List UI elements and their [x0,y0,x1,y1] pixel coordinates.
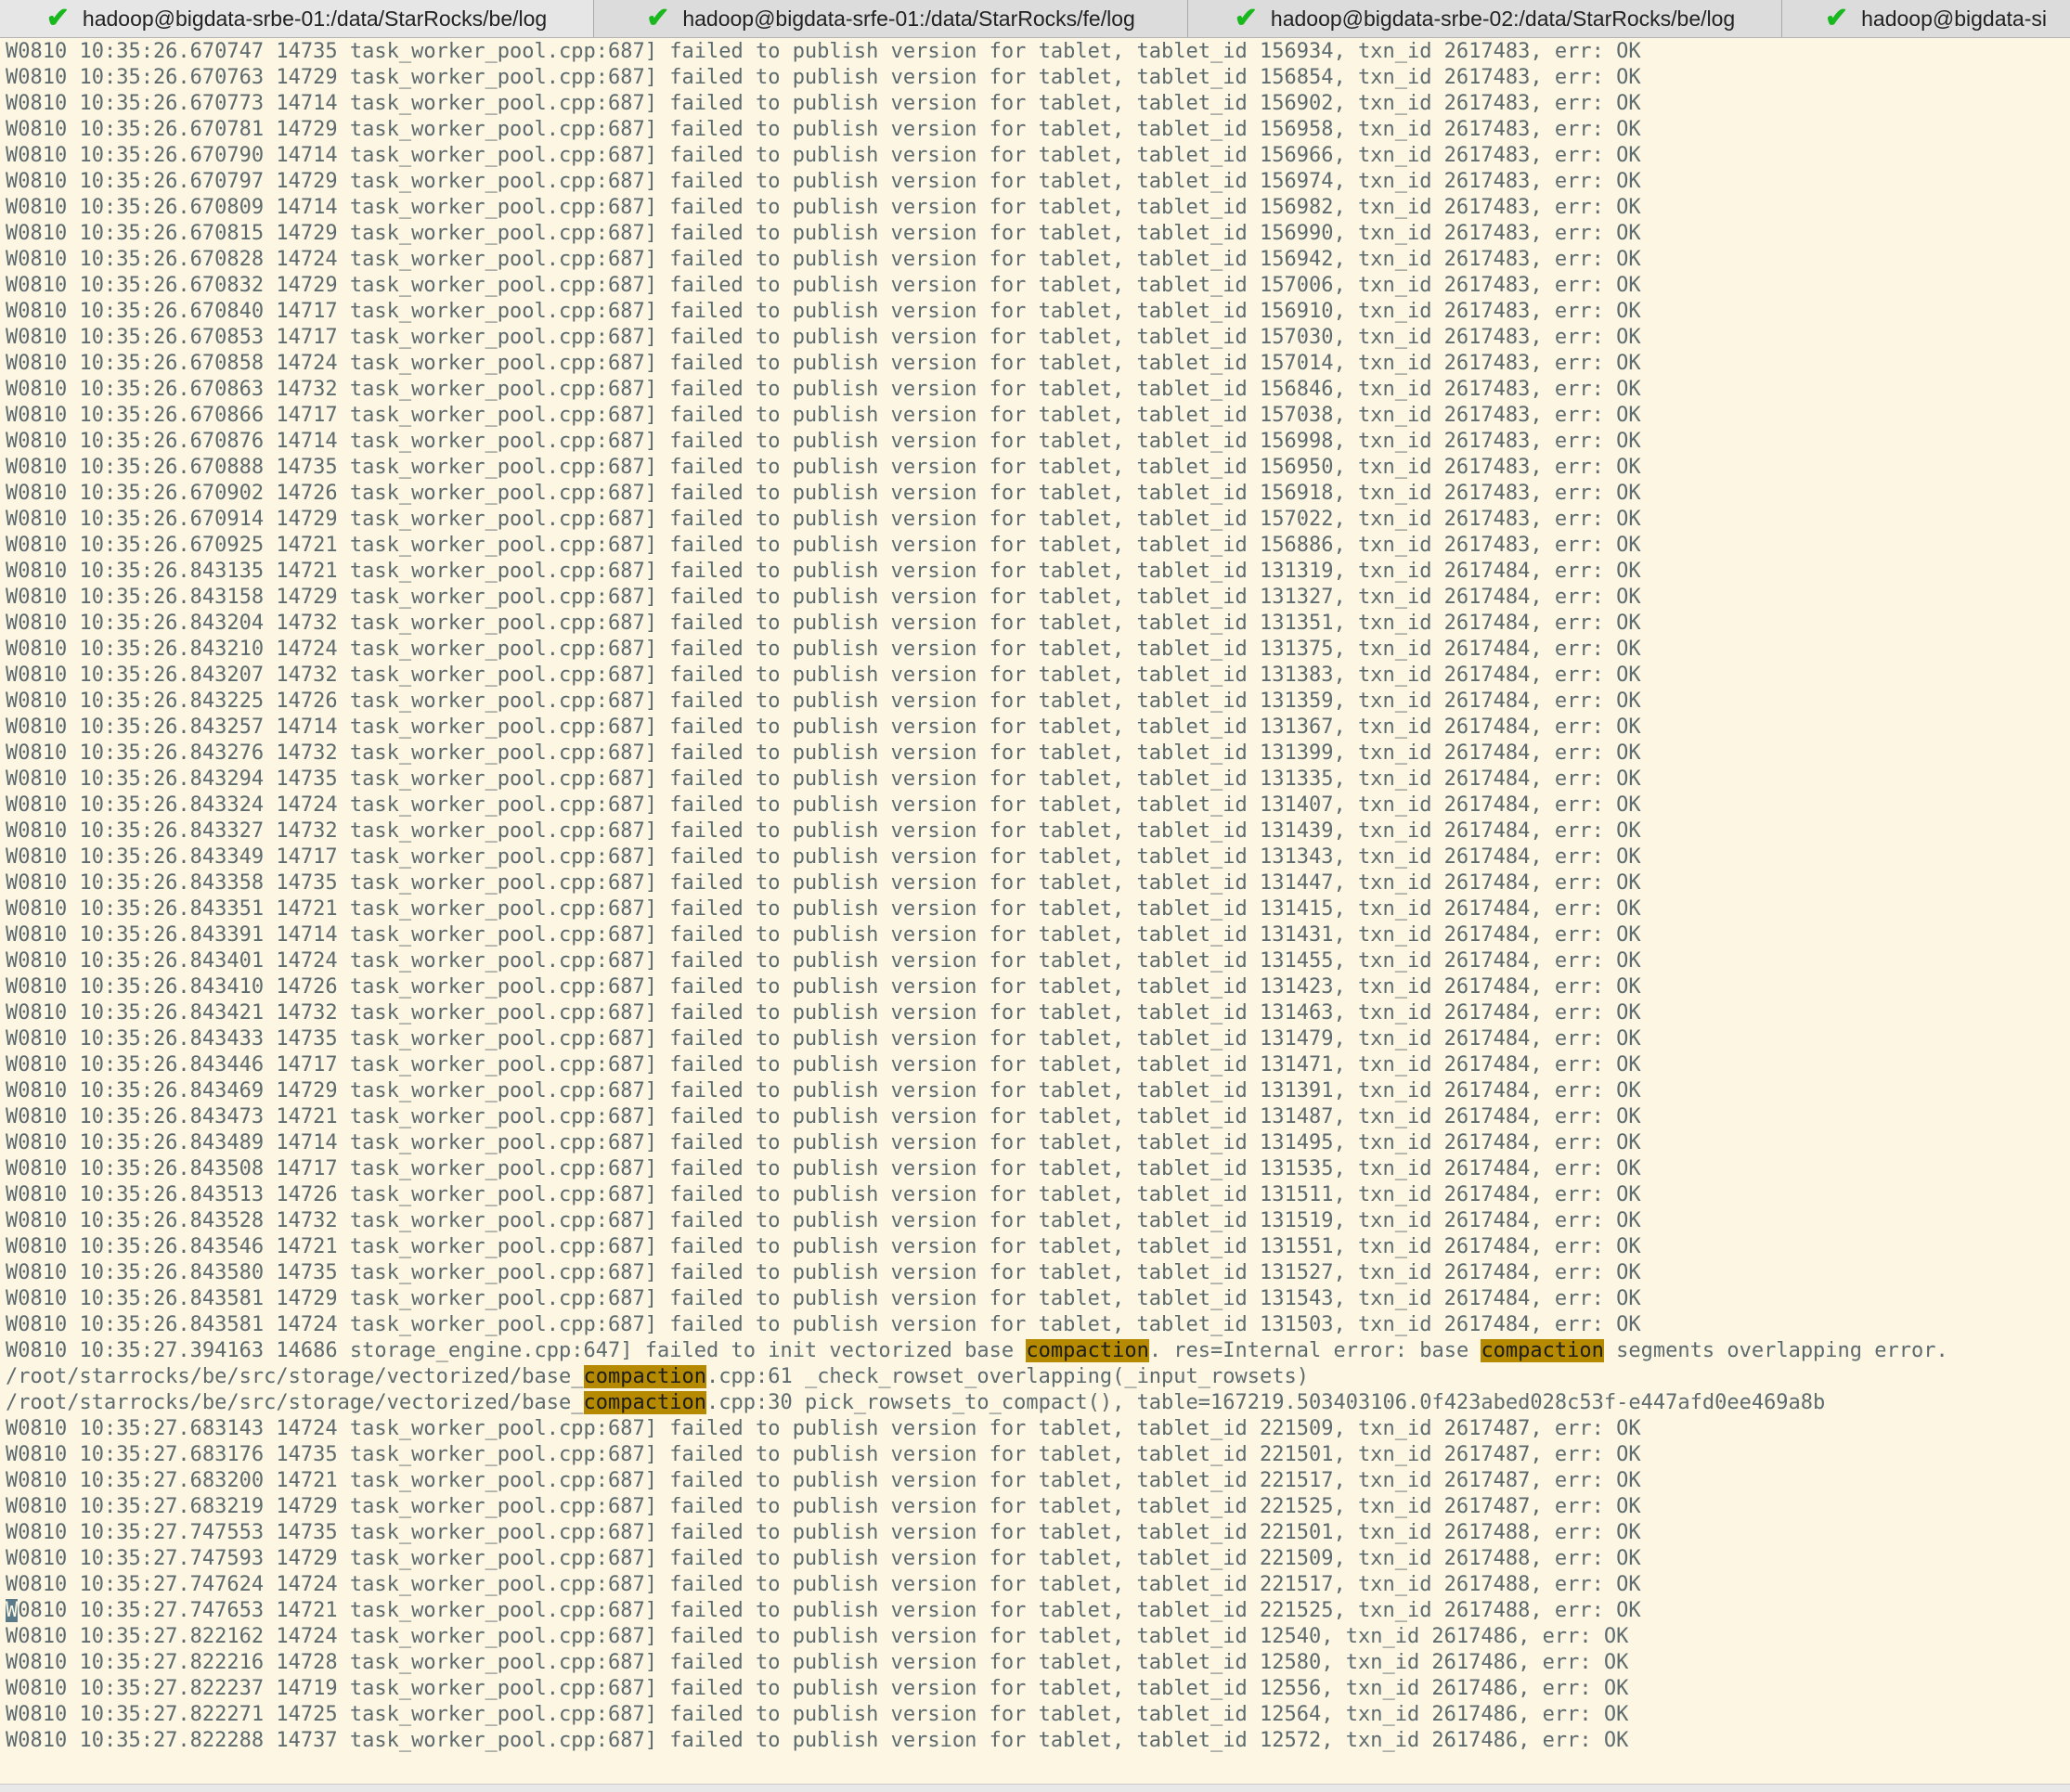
search-highlight: compaction [583,1391,706,1414]
terminal-line: W0810 10:35:27.822162 14724 task_worker_… [6,1625,1629,1648]
terminal-line: W0810 10:35:26.670888 14735 task_worker_… [6,456,1641,479]
terminal-line: W0810 10:35:26.843580 14735 task_worker_… [6,1261,1641,1284]
search-highlight: compaction [583,1365,706,1388]
terminal-line: W0810 10:35:26.670863 14732 task_worker_… [6,378,1641,401]
tab-title: hadoop@bigdata-srfe-01:/data/StarRocks/f… [682,6,1135,31]
terminal-line: W0810 10:35:26.670747 14735 task_worker_… [6,40,1641,63]
terminal-line: W0810 10:35:27.394163 14686 storage_engi… [6,1339,1948,1362]
tab-title: hadoop@bigdata-srbe-02:/data/StarRocks/b… [1270,6,1736,31]
tab-title: hadoop@bigdata-si [1861,6,2047,31]
terminal-line: W0810 10:35:26.670876 14714 task_worker_… [6,430,1641,453]
terminal-line: W0810 10:35:26.670797 14729 task_worker_… [6,170,1641,193]
terminal-line: W0810 10:35:26.843391 14714 task_worker_… [6,923,1641,947]
terminal-line: W0810 10:35:26.670853 14717 task_worker_… [6,326,1641,349]
terminal-line: W0810 10:35:26.843489 14714 task_worker_… [6,1131,1641,1154]
terminal-line: W0810 10:35:26.843210 14724 task_worker_… [6,638,1641,661]
terminal-line: W0810 10:35:26.670925 14721 task_worker_… [6,534,1641,557]
tab-srfe-01-fe-log[interactable]: ✔ hadoop@bigdata-srfe-01:/data/StarRocks… [594,0,1188,37]
terminal-line: W0810 10:35:26.670832 14729 task_worker_… [6,274,1641,297]
search-highlight: compaction [1026,1339,1149,1362]
terminal-line: W0810 10:35:26.843446 14717 task_worker_… [6,1053,1641,1076]
terminal-line: W0810 10:35:26.843473 14721 task_worker_… [6,1105,1641,1128]
terminal-line: W0810 10:35:26.843158 14729 task_worker_… [6,586,1641,609]
terminal-line: W0810 10:35:26.670828 14724 task_worker_… [6,248,1641,271]
terminal-line: W0810 10:35:26.843421 14732 task_worker_… [6,1001,1641,1025]
terminal-line: W0810 10:35:27.683143 14724 task_worker_… [6,1417,1641,1440]
terminal-line: W0810 10:35:26.843513 14726 task_worker_… [6,1183,1641,1206]
terminal-line: W0810 10:35:26.843508 14717 task_worker_… [6,1157,1641,1180]
terminal-line: W0810 10:35:26.843324 14724 task_worker_… [6,793,1641,817]
terminal-line: W0810 10:35:27.747553 14735 task_worker_… [6,1521,1641,1544]
terminal-line: W0810 10:35:26.843257 14714 task_worker_… [6,716,1641,739]
terminal-line: W0810 10:35:26.670790 14714 task_worker_… [6,144,1641,167]
terminal-line: W0810 10:35:26.843349 14717 task_worker_… [6,845,1641,869]
tab-bar: ✔ hadoop@bigdata-srbe-01:/data/StarRocks… [0,0,2070,38]
tab-srbe-01-be-log[interactable]: ✔ hadoop@bigdata-srbe-01:/data/StarRocks… [0,0,594,37]
terminal-line: W0810 10:35:26.670763 14729 task_worker_… [6,66,1641,89]
terminal-line: W0810 10:35:27.822237 14719 task_worker_… [6,1677,1629,1700]
terminal-line: W0810 10:35:26.670858 14724 task_worker_… [6,352,1641,375]
terminal-output[interactable]: W0810 10:35:26.670747 14735 task_worker_… [0,39,2070,1784]
terminal-line: W0810 10:35:26.670773 14714 task_worker_… [6,92,1641,115]
text-cursor: W [6,1599,19,1622]
terminal-line: W0810 10:35:26.843410 14726 task_worker_… [6,975,1641,999]
terminal-line: W0810 10:35:26.843581 14724 task_worker_… [6,1313,1641,1336]
terminal-line: W0810 10:35:26.843327 14732 task_worker_… [6,819,1641,843]
tab-title: hadoop@bigdata-srbe-01:/data/StarRocks/b… [82,6,548,31]
tab-truncated[interactable]: ✔ hadoop@bigdata-si [1782,0,2070,37]
terminal-line: W0810 10:35:27.683200 14721 task_worker_… [6,1469,1641,1492]
terminal-line: W0810 10:35:27.747624 14724 task_worker_… [6,1573,1641,1596]
terminal-line: W0810 10:35:26.670815 14729 task_worker_… [6,222,1641,245]
terminal-line: W0810 10:35:26.843294 14735 task_worker_… [6,767,1641,791]
terminal-line: W0810 10:35:26.843276 14732 task_worker_… [6,741,1641,765]
terminal-line: W0810 10:35:26.843204 14732 task_worker_… [6,612,1641,635]
terminal-line: W0810 10:35:26.843351 14721 task_worker_… [6,897,1641,921]
terminal-line: W0810 10:35:26.843207 14732 task_worker_… [6,664,1641,687]
terminal-line: /root/starrocks/be/src/storage/vectorize… [6,1391,1826,1414]
terminal-line: W0810 10:35:27.822216 14728 task_worker_… [6,1651,1629,1674]
terminal-line: W0810 10:35:26.843546 14721 task_worker_… [6,1235,1641,1258]
terminal-line: W0810 10:35:26.843135 14721 task_worker_… [6,560,1641,583]
terminal-line: W0810 10:35:26.843528 14732 task_worker_… [6,1209,1641,1232]
terminal-line: W0810 10:35:26.670809 14714 task_worker_… [6,196,1641,219]
terminal-line: W0810 10:35:27.683176 14735 task_worker_… [6,1443,1641,1466]
terminal-line: W0810 10:35:26.843433 14735 task_worker_… [6,1027,1641,1051]
terminal-line: W0810 10:35:26.670866 14717 task_worker_… [6,404,1641,427]
terminal-line: W0810 10:35:26.843581 14729 task_worker_… [6,1287,1641,1310]
terminal-line: W0810 10:35:27.822288 14737 task_worker_… [6,1729,1629,1752]
terminal-line: /root/starrocks/be/src/storage/vectorize… [6,1365,1309,1388]
terminal-line: W0810 10:35:26.843225 14726 task_worker_… [6,690,1641,713]
terminal-line: W0810 10:35:26.670914 14729 task_worker_… [6,508,1641,531]
terminal-line: W0810 10:35:26.670902 14726 task_worker_… [6,482,1641,505]
check-icon: ✔ [45,3,70,33]
terminal-line: W0810 10:35:27.683219 14729 task_worker_… [6,1495,1641,1518]
terminal-line: W0810 10:35:26.843469 14729 task_worker_… [6,1079,1641,1102]
terminal-line: W0810 10:35:27.822271 14725 task_worker_… [6,1703,1629,1726]
terminal-line: W0810 10:35:26.670840 14717 task_worker_… [6,300,1641,323]
terminal-line: W0810 10:35:27.747653 14721 task_worker_… [6,1599,1641,1622]
check-icon: ✔ [1825,3,1849,33]
search-highlight: compaction [1481,1339,1604,1362]
terminal-line: W0810 10:35:26.843401 14724 task_worker_… [6,949,1641,973]
check-icon: ✔ [646,3,670,33]
terminal-line: W0810 10:35:26.843358 14735 task_worker_… [6,871,1641,895]
tab-srbe-02-be-log[interactable]: ✔ hadoop@bigdata-srbe-02:/data/StarRocks… [1188,0,1782,37]
check-icon: ✔ [1234,3,1258,33]
terminal-line: W0810 10:35:27.747593 14729 task_worker_… [6,1547,1641,1570]
terminal-line: W0810 10:35:26.670781 14729 task_worker_… [6,118,1641,141]
